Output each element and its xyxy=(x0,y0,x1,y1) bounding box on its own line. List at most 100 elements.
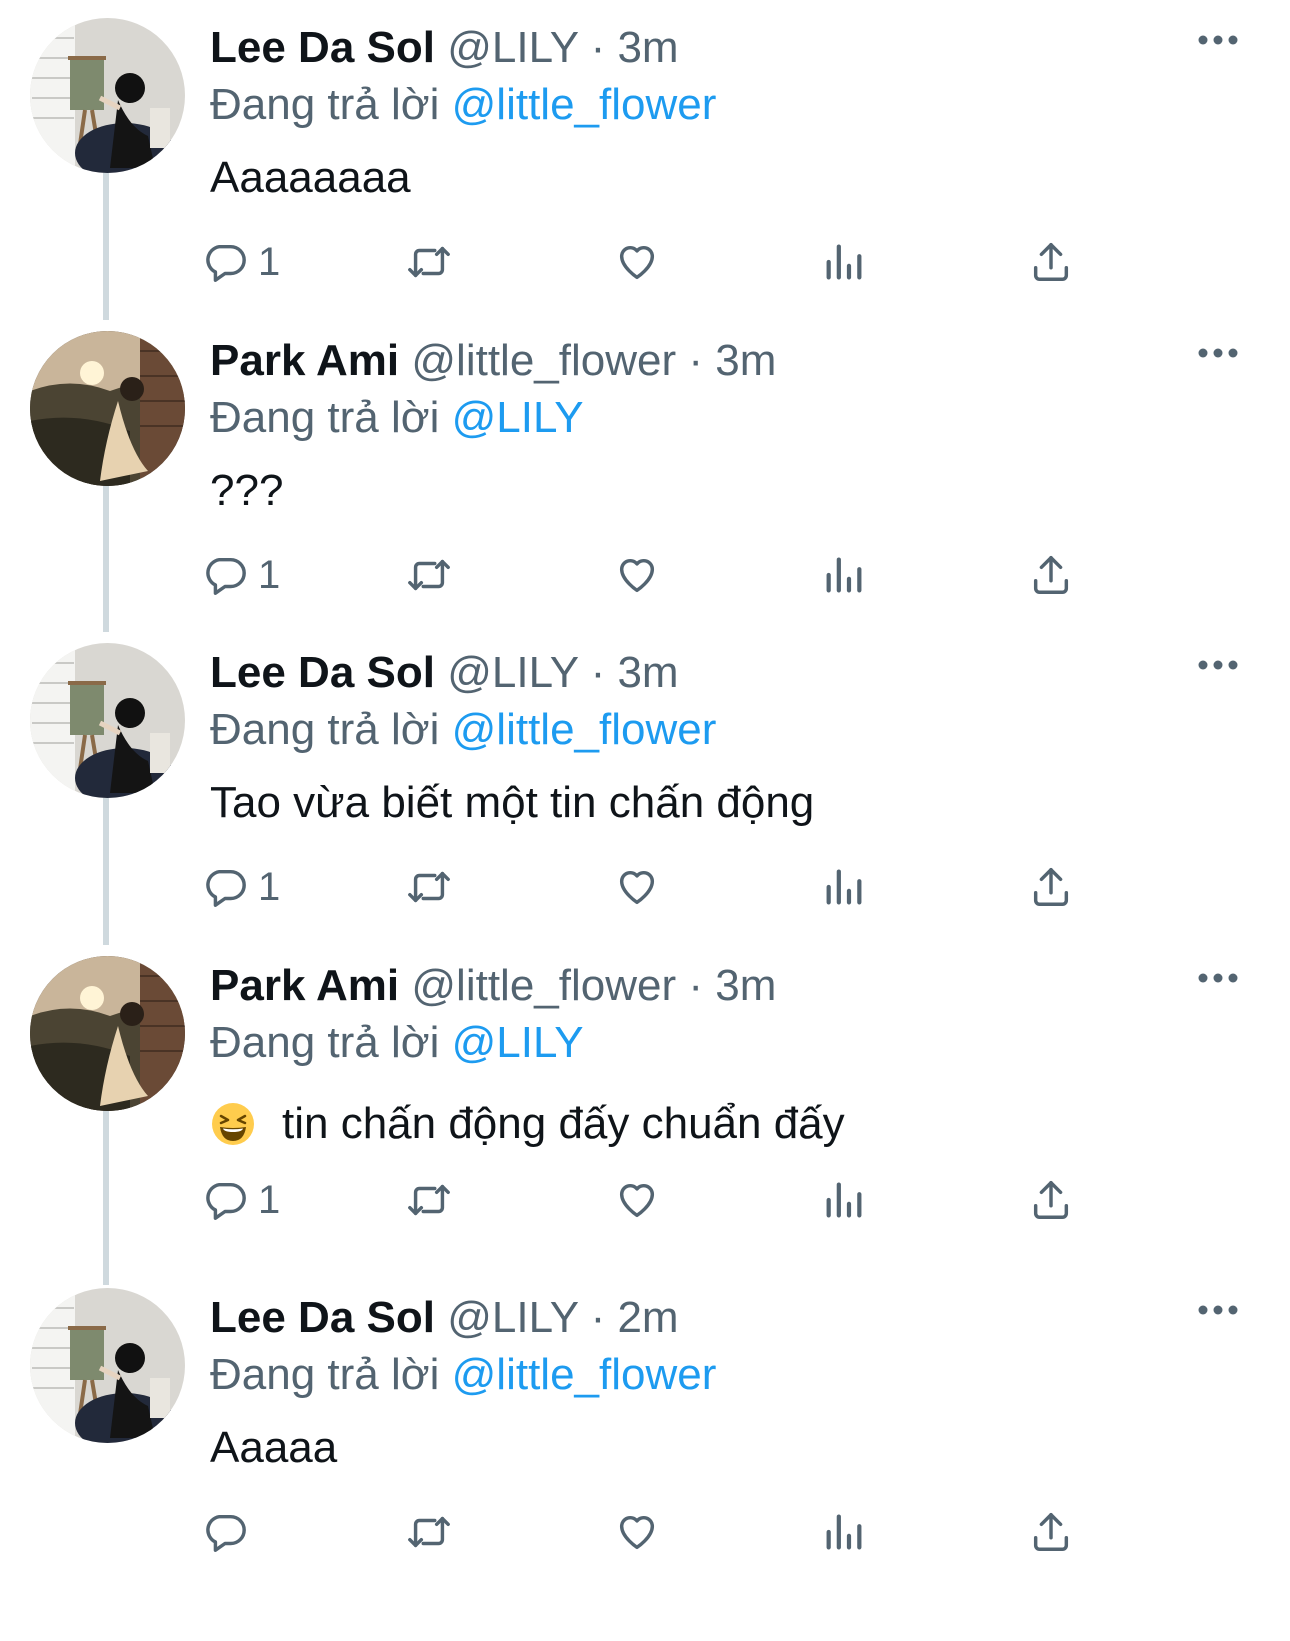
views-button[interactable] xyxy=(821,857,867,917)
views-button[interactable] xyxy=(821,1170,867,1230)
more-icon[interactable] xyxy=(1197,343,1239,363)
retweet-icon xyxy=(408,871,450,903)
reply-button[interactable]: 1 xyxy=(202,1170,280,1230)
avatar[interactable] xyxy=(30,18,185,173)
replying-label: Đang trả lời xyxy=(210,80,440,129)
more-icon[interactable] xyxy=(1197,30,1239,50)
separator-dot: · xyxy=(688,961,704,1010)
display-name[interactable]: Lee Da Sol xyxy=(210,23,435,72)
views-button[interactable] xyxy=(821,545,867,605)
tweet-header: Lee Da Sol @LILY · 2m xyxy=(210,1290,679,1346)
tweet-text: Aaaaaaaa xyxy=(210,150,411,206)
like-button[interactable] xyxy=(614,1502,660,1562)
avatar[interactable] xyxy=(30,1288,185,1443)
laughing-face-emoji xyxy=(212,1103,254,1145)
reply-icon xyxy=(206,1514,246,1552)
retweet-button[interactable] xyxy=(406,857,452,917)
easel-painter-avatar xyxy=(30,18,185,173)
tweet-header: Lee Da Sol @LILY · 3m xyxy=(210,645,679,701)
separator-dot: · xyxy=(590,1293,606,1342)
views-icon xyxy=(826,1182,862,1218)
tweet-text-content: ??? xyxy=(210,466,284,515)
tweet-thread: Lee Da Sol @LILY · 3m Đang trả lời @litt… xyxy=(0,0,1290,1641)
user-handle[interactable]: @LILY xyxy=(447,1293,578,1342)
avatar[interactable] xyxy=(30,643,185,798)
sunset-window-avatar xyxy=(30,956,185,1111)
easel-painter-avatar xyxy=(30,1288,185,1443)
reply-button[interactable] xyxy=(202,1502,258,1562)
retweet-button[interactable] xyxy=(406,1170,452,1230)
mention-link[interactable]: @little_flower xyxy=(452,705,717,754)
tweet[interactable]: Park Ami @little_flower · 3m Đang trả lờ… xyxy=(0,938,1290,1263)
mention-link[interactable]: @LILY xyxy=(452,1018,584,1067)
reply-icon xyxy=(206,869,246,907)
display-name[interactable]: Park Ami xyxy=(210,336,399,385)
share-button[interactable] xyxy=(1028,232,1074,292)
retweet-icon xyxy=(408,559,450,591)
retweet-icon xyxy=(408,1184,450,1216)
replying-to: Đang trả lời @little_flower xyxy=(210,702,716,758)
more-icon[interactable] xyxy=(1197,968,1239,988)
sunset-window-avatar xyxy=(30,331,185,486)
like-button[interactable] xyxy=(614,232,660,292)
timestamp[interactable]: 3m xyxy=(617,23,678,72)
display-name[interactable]: Lee Da Sol xyxy=(210,1293,435,1342)
views-icon xyxy=(826,869,862,905)
display-name[interactable]: Park Ami xyxy=(210,961,399,1010)
display-name[interactable]: Lee Da Sol xyxy=(210,648,435,697)
views-button[interactable] xyxy=(821,232,867,292)
views-button[interactable] xyxy=(821,1502,867,1562)
share-button[interactable] xyxy=(1028,1502,1074,1562)
mention-link[interactable]: @little_flower xyxy=(452,80,717,129)
user-handle[interactable]: @little_flower xyxy=(411,336,676,385)
heart-icon xyxy=(619,558,655,593)
retweet-button[interactable] xyxy=(406,545,452,605)
more-icon[interactable] xyxy=(1197,1300,1239,1320)
retweet-button[interactable] xyxy=(406,1502,452,1562)
replying-label: Đang trả lời xyxy=(210,1018,440,1067)
heart-icon xyxy=(619,870,655,905)
reply-button[interactable]: 1 xyxy=(202,545,280,605)
tweet-actions: 1 xyxy=(206,1170,1110,1230)
tweet[interactable]: Park Ami @little_flower · 3m Đang trả lờ… xyxy=(0,313,1290,638)
like-button[interactable] xyxy=(614,857,660,917)
tweet-header: Park Ami @little_flower · 3m xyxy=(210,333,776,389)
reply-button[interactable]: 1 xyxy=(202,232,280,292)
tweet-text: tin chấn động đấy chuẩn đấy xyxy=(210,1096,845,1152)
tweet[interactable]: Lee Da Sol @LILY · 3m Đang trả lời @litt… xyxy=(0,0,1290,325)
views-icon xyxy=(826,557,862,593)
mention-link[interactable]: @LILY xyxy=(452,393,584,442)
reply-button[interactable]: 1 xyxy=(202,857,280,917)
reply-icon xyxy=(206,244,246,282)
tweet[interactable]: Lee Da Sol @LILY · 2m Đang trả lời @litt… xyxy=(0,1270,1290,1595)
tweet-text-content: tin chấn động đấy chuẩn đấy xyxy=(282,1099,845,1148)
retweet-button[interactable] xyxy=(406,232,452,292)
tweet[interactable]: Lee Da Sol @LILY · 3m Đang trả lời @litt… xyxy=(0,625,1290,950)
user-handle[interactable]: @LILY xyxy=(447,648,578,697)
heart-icon xyxy=(619,1183,655,1218)
user-handle[interactable]: @LILY xyxy=(447,23,578,72)
share-button[interactable] xyxy=(1028,545,1074,605)
share-icon xyxy=(1033,1181,1069,1219)
reply-count: 1 xyxy=(258,239,281,284)
share-button[interactable] xyxy=(1028,857,1074,917)
timestamp[interactable]: 2m xyxy=(617,1293,678,1342)
replying-to: Đang trả lời @LILY xyxy=(210,390,584,446)
replying-to: Đang trả lời @LILY xyxy=(210,1015,584,1071)
share-button[interactable] xyxy=(1028,1170,1074,1230)
tweet-actions xyxy=(206,1502,1110,1562)
separator-dot: · xyxy=(590,648,606,697)
timestamp[interactable]: 3m xyxy=(715,336,776,385)
like-button[interactable] xyxy=(614,1170,660,1230)
user-handle[interactable]: @little_flower xyxy=(411,961,676,1010)
mention-link[interactable]: @little_flower xyxy=(452,1350,717,1399)
avatar[interactable] xyxy=(30,331,185,486)
timestamp[interactable]: 3m xyxy=(617,648,678,697)
share-icon xyxy=(1033,556,1069,594)
heart-icon xyxy=(619,245,655,280)
avatar[interactable] xyxy=(30,956,185,1111)
like-button[interactable] xyxy=(614,545,660,605)
timestamp[interactable]: 3m xyxy=(715,961,776,1010)
more-icon[interactable] xyxy=(1197,655,1239,675)
reply-count: 1 xyxy=(258,1177,281,1222)
